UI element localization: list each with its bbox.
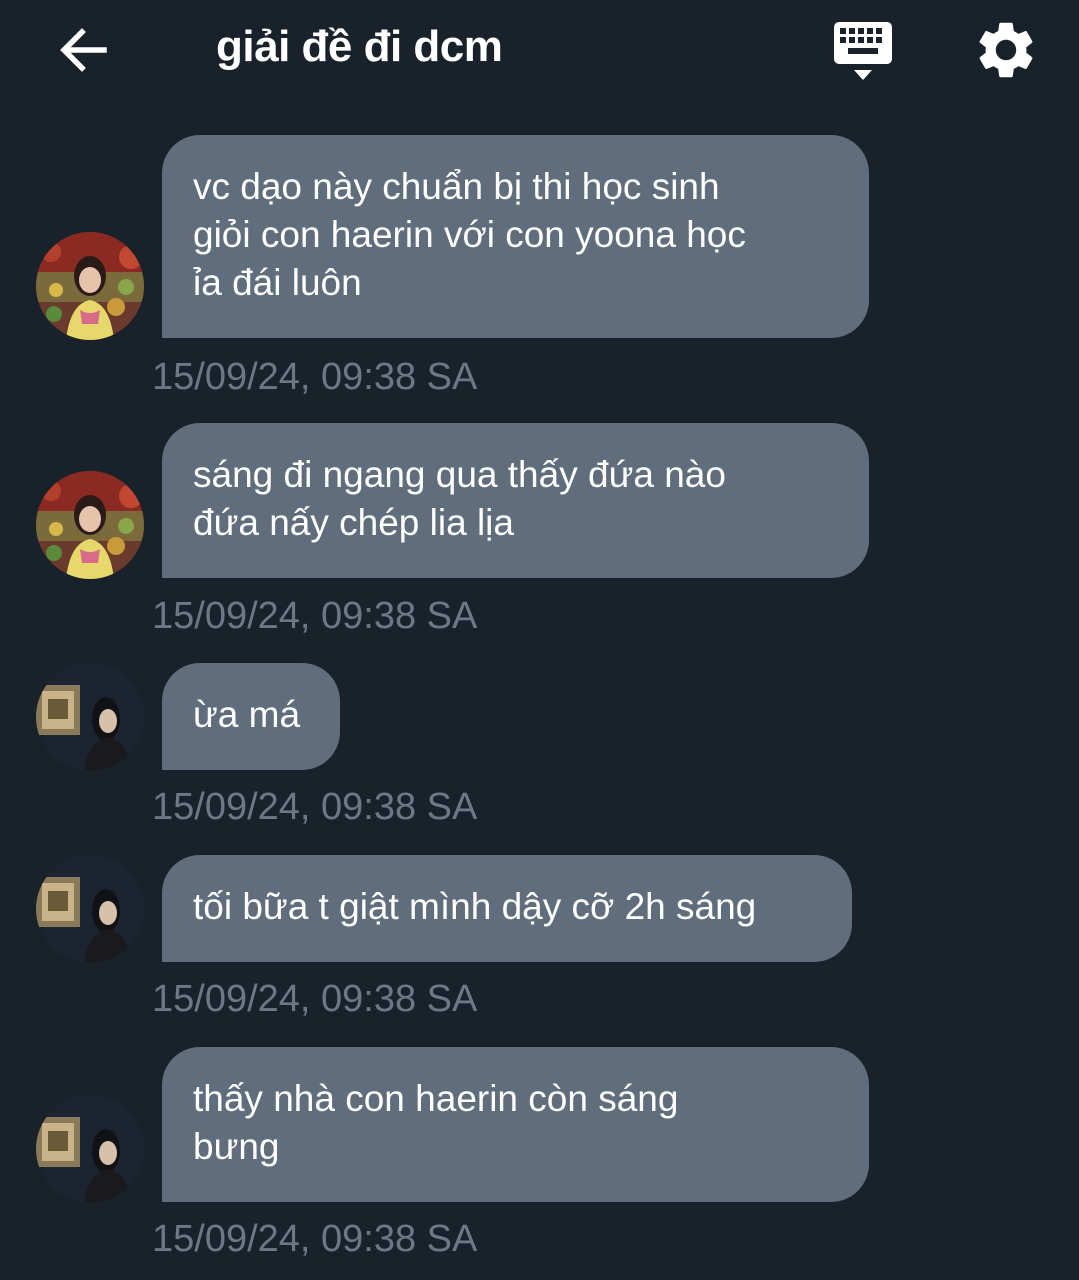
message-timestamp: 15/09/24, 09:38 SA [152, 978, 478, 1020]
arrow-left-icon [60, 28, 107, 72]
message-timestamp: 15/09/24, 09:38 SA [152, 595, 478, 637]
message-bubble[interactable]: thấy nhà con haerin còn sáng bưng [162, 1047, 869, 1202]
avatar-photo [36, 1095, 144, 1203]
avatar[interactable] [36, 232, 144, 340]
message-timestamp: 15/09/24, 09:38 SA [152, 356, 478, 398]
top-bar: giải đề đi dcm [0, 0, 1079, 100]
settings-button[interactable] [972, 16, 1040, 84]
gear-icon [979, 22, 1033, 78]
message-bubble[interactable]: vc dạo này chuẩn bị thi học sinh giỏi co… [162, 135, 869, 338]
message-bubble[interactable]: sáng đi ngang qua thấy đứa nào đứa nấy c… [162, 423, 869, 578]
avatar[interactable] [36, 855, 144, 963]
avatar-photo [36, 663, 144, 771]
chat-screen: giải đề đi dcm vc dạo này chuẩn bị thi h… [0, 0, 1079, 1280]
avatar-photo [36, 471, 144, 579]
back-button[interactable] [52, 18, 116, 82]
avatar[interactable] [36, 1095, 144, 1203]
avatar-photo [36, 855, 144, 963]
avatar[interactable] [36, 663, 144, 771]
avatar-photo [36, 232, 144, 340]
keyboard-icon [834, 22, 892, 80]
keyboard-button[interactable] [828, 18, 898, 84]
chat-title: giải đề đi dcm [216, 22, 503, 71]
message-timestamp: 15/09/24, 09:38 SA [152, 786, 478, 828]
message-bubble[interactable]: ừa má [162, 663, 340, 770]
message-timestamp: 15/09/24, 09:38 SA [152, 1218, 478, 1260]
avatar[interactable] [36, 471, 144, 579]
message-bubble[interactable]: tối bữa t giật mình dậy cỡ 2h sáng [162, 855, 852, 962]
